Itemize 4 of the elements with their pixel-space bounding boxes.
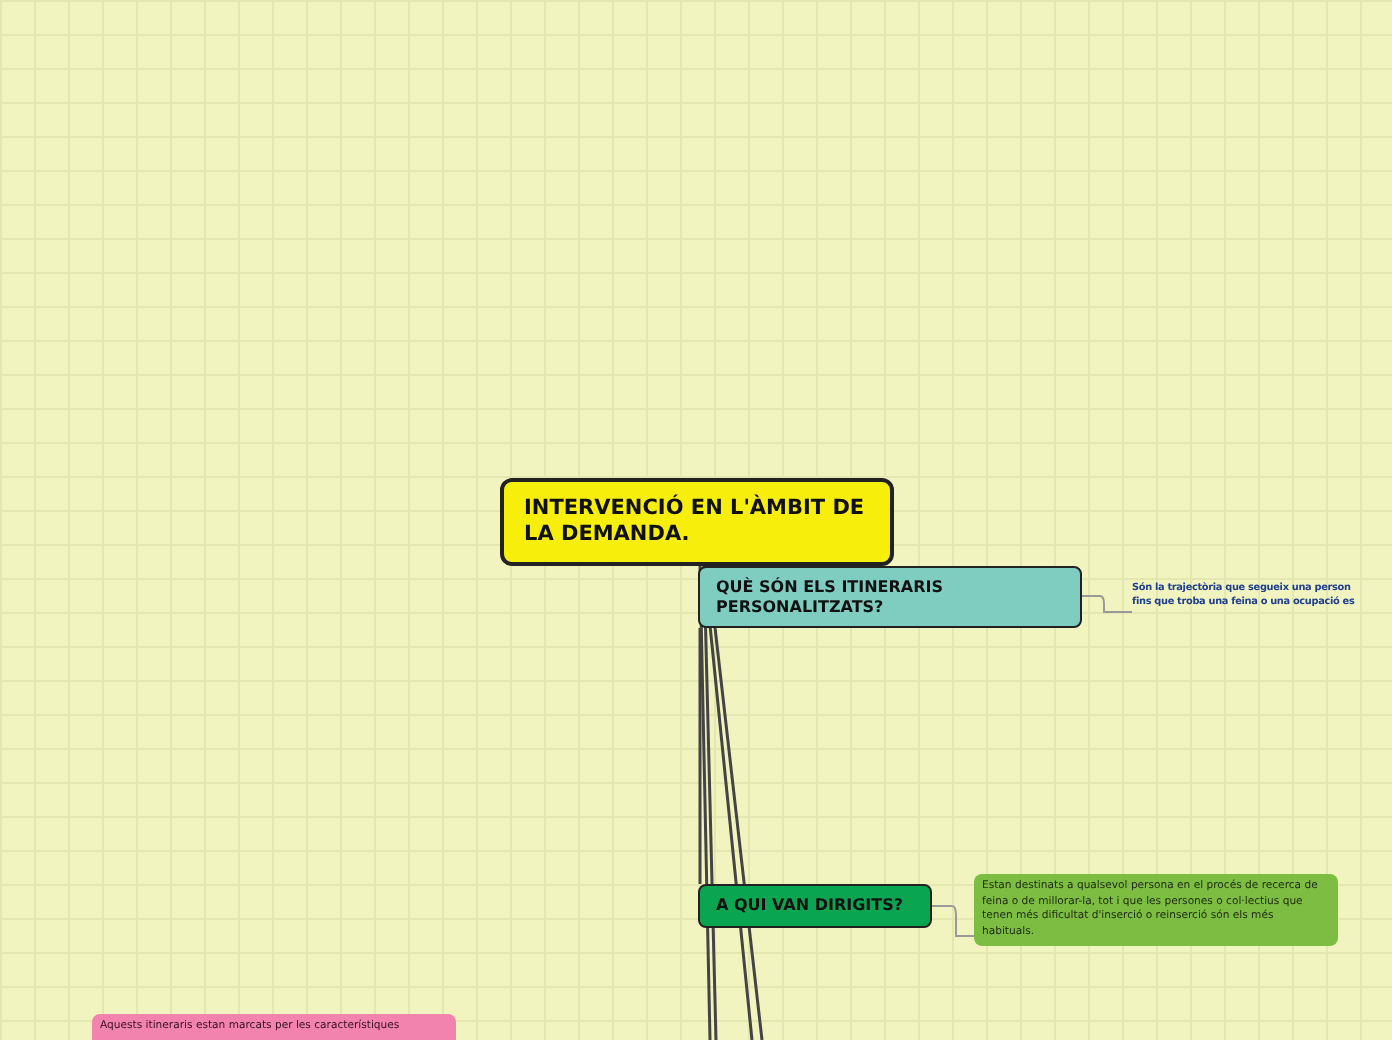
topic-node[interactable]: QUÈ SÓN ELS ITINERARIS PERSONALITZATS? [698,566,1082,628]
note-connector [1081,595,1133,613]
central-topic[interactable]: INTERVENCIÓ EN L'ÀMBIT DE LA DEMANDA. [500,478,894,566]
topic-node[interactable]: A QUI VAN DIRIGITS? [698,884,932,928]
